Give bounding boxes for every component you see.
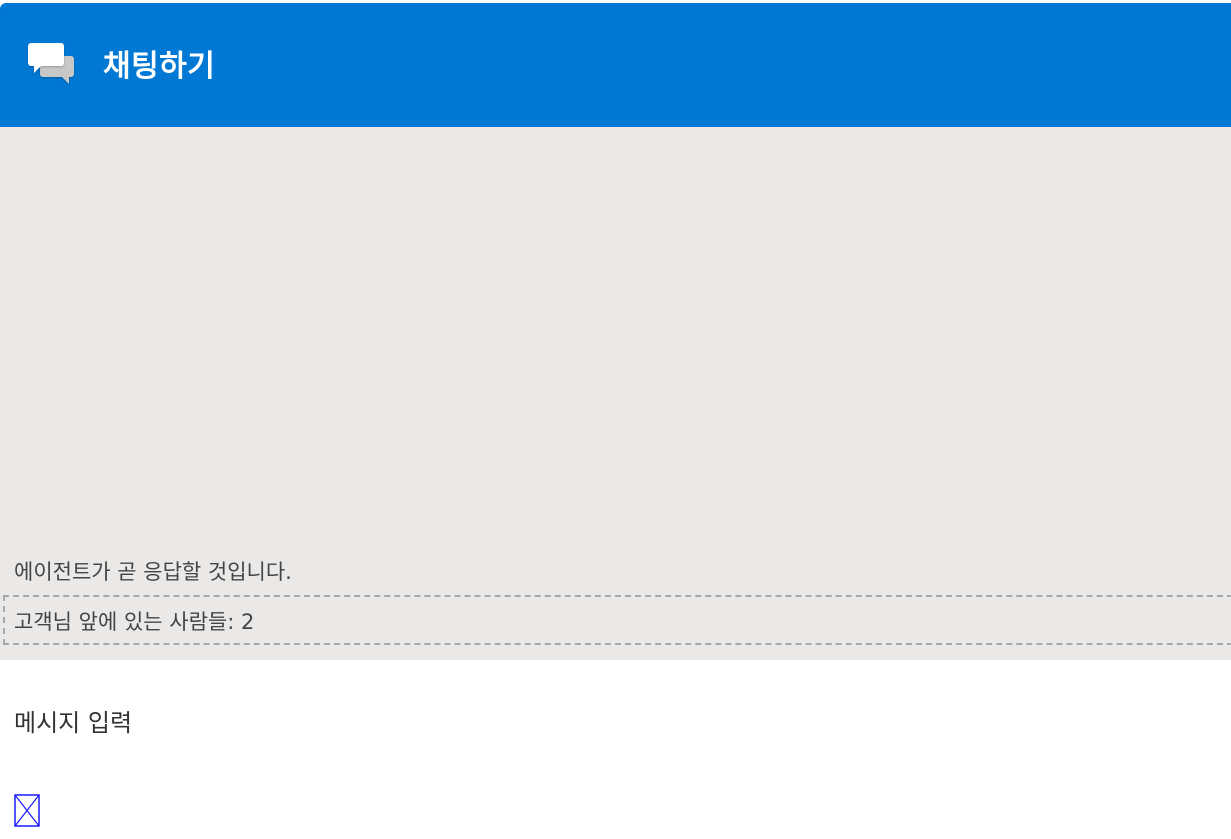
agent-status-message: 에이전트가 곧 응답할 것입니다. (14, 560, 292, 584)
conversation-area[interactable]: 에이전트가 곧 응답할 것입니다. 고객님 앞에 있는 사람들: 2 (0, 127, 1231, 660)
chat-bubbles-icon (26, 41, 78, 87)
send-button[interactable] (14, 794, 40, 828)
chat-window: 채팅하기 에이전트가 곧 응답할 것입니다. 고객님 앞에 있는 사람들: 2 (0, 0, 1231, 839)
queue-position-message: 고객님 앞에 있는 사람들: 2 (14, 610, 255, 634)
queue-position-box: 고객님 앞에 있는 사람들: 2 (3, 595, 1231, 645)
broken-image-icon (14, 794, 40, 831)
message-input[interactable] (0, 690, 1231, 756)
chat-title: 채팅하기 (103, 49, 216, 84)
chat-header: 채팅하기 (0, 3, 1231, 127)
message-composer (0, 660, 1231, 839)
